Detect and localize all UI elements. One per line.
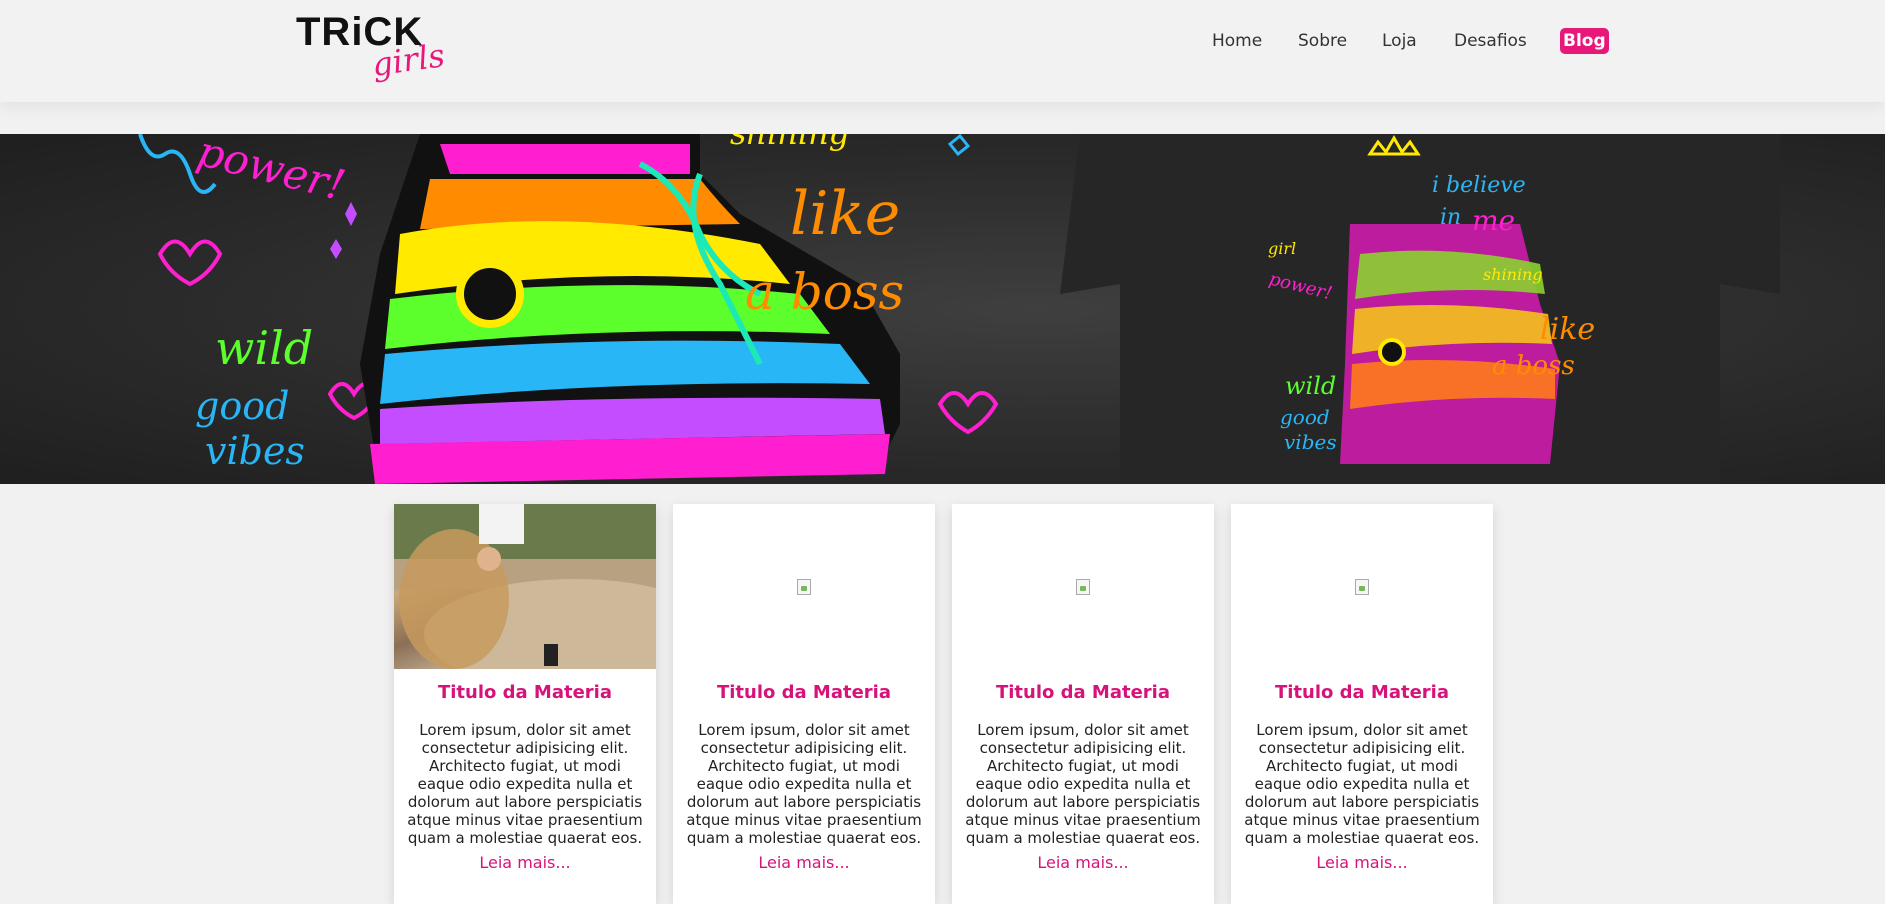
logo-script: girls	[369, 36, 447, 84]
hero-banner: power! shining like a boss wild good vib…	[0, 134, 1885, 484]
skater-photo-art	[394, 504, 656, 669]
hero-text-shining: shining	[730, 134, 849, 152]
site-header: TRiCK girls Home Sobre Loja Desafios Blo…	[0, 0, 1885, 102]
nav-desafios[interactable]: Desafios	[1454, 28, 1527, 54]
hero-artwork: power! shining like a boss wild good vib…	[138, 134, 1780, 484]
article-image-placeholder[interactable]	[673, 504, 935, 669]
article-card: Titulo da Materia Lorem ipsum, dolor sit…	[673, 504, 935, 904]
hero-text-aboss: a boss	[745, 263, 904, 321]
article-title[interactable]: Titulo da Materia	[394, 682, 656, 703]
article-card: Titulo da Materia Lorem ipsum, dolor sit…	[394, 504, 656, 904]
hero-tee-text-like: like	[1540, 312, 1595, 347]
article-image-placeholder[interactable]	[1231, 504, 1493, 669]
hero-tee-text-ibelieve: i believe	[1432, 173, 1526, 198]
hero-text-wild: wild	[215, 321, 313, 375]
article-excerpt: Lorem ipsum, dolor sit amet consectetur …	[1244, 721, 1480, 847]
read-more-link[interactable]: Leia mais...	[952, 853, 1214, 872]
hero-text-like: like	[790, 179, 900, 249]
hero-tee-text-shining: shining	[1483, 265, 1543, 284]
article-title[interactable]: Titulo da Materia	[952, 682, 1214, 703]
broken-image-icon	[1076, 578, 1090, 595]
article-title[interactable]: Titulo da Materia	[1231, 682, 1493, 703]
article-card: Titulo da Materia Lorem ipsum, dolor sit…	[952, 504, 1214, 904]
nav-home[interactable]: Home	[1212, 28, 1262, 54]
hero-tee-text-vibes: vibes	[1284, 430, 1337, 454]
hero-text-good: good	[195, 384, 289, 428]
article-excerpt: Lorem ipsum, dolor sit amet consectetur …	[965, 721, 1201, 847]
article-card: Titulo da Materia Lorem ipsum, dolor sit…	[1231, 504, 1493, 904]
hero-tee-text-girl: girl	[1268, 239, 1296, 258]
article-excerpt: Lorem ipsum, dolor sit amet consectetur …	[407, 721, 643, 847]
broken-image-icon	[797, 578, 811, 595]
article-image-placeholder[interactable]	[952, 504, 1214, 669]
read-more-link[interactable]: Leia mais...	[394, 853, 656, 872]
article-title[interactable]: Titulo da Materia	[673, 682, 935, 703]
nav-loja[interactable]: Loja	[1382, 28, 1417, 54]
hero-text-power: power!	[193, 134, 350, 210]
hero-tee-text-aboss: a boss	[1492, 351, 1575, 381]
hero-tee-text-good: good	[1280, 405, 1330, 429]
nav-sobre[interactable]: Sobre	[1298, 28, 1347, 54]
read-more-link[interactable]: Leia mais...	[1231, 853, 1493, 872]
nav-blog[interactable]: Blog	[1560, 28, 1609, 54]
hero-tee-text-me: me	[1472, 204, 1515, 237]
broken-image-icon	[1355, 578, 1369, 595]
hero-text-vibes: vibes	[205, 429, 305, 473]
hero-tee-text-wild: wild	[1285, 372, 1336, 400]
article-excerpt: Lorem ipsum, dolor sit amet consectetur …	[686, 721, 922, 847]
site-logo[interactable]: TRiCK girls	[296, 12, 447, 86]
hero-tee-text-in: in	[1440, 205, 1461, 230]
article-photo[interactable]	[394, 504, 656, 669]
read-more-link[interactable]: Leia mais...	[673, 853, 935, 872]
